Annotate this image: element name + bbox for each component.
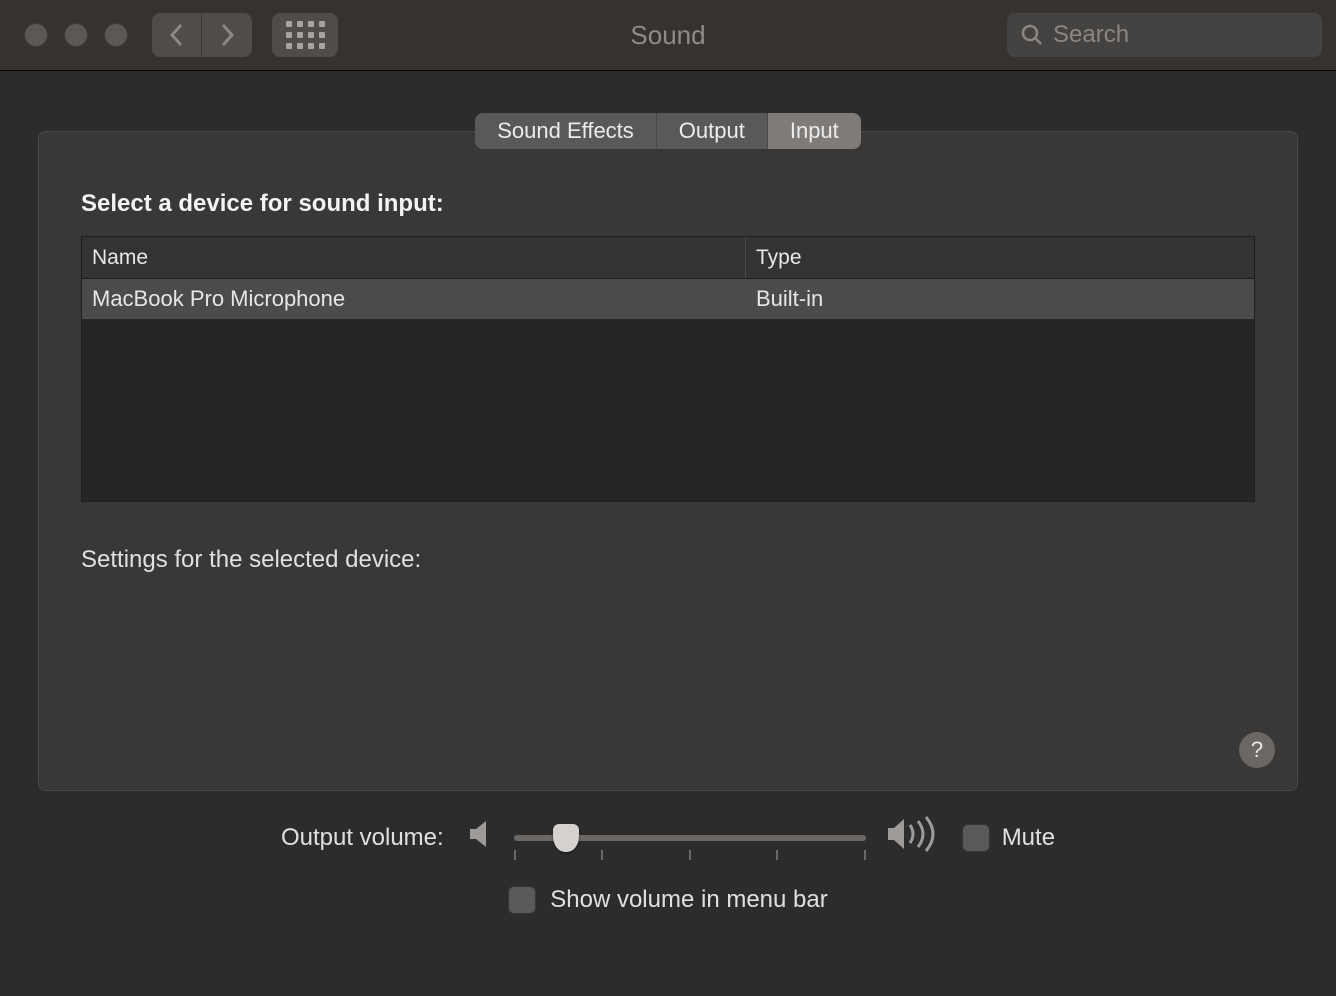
speaker-loud-icon: [886, 815, 942, 860]
show-all-button[interactable]: [272, 13, 338, 57]
device-table: Name Type MacBook Pro Microphone Built-i…: [81, 236, 1255, 502]
tab-label: Output: [679, 118, 745, 144]
forward-button[interactable]: [202, 13, 252, 57]
speaker-quiet-icon: [468, 819, 494, 856]
table-header: Name Type: [82, 237, 1254, 279]
titlebar: Sound Search: [0, 0, 1336, 71]
show-volume-checkbox[interactable]: [508, 886, 536, 914]
mute-checkbox[interactable]: [962, 824, 990, 852]
close-window-button[interactable]: [24, 23, 48, 47]
mute-group: Mute: [962, 824, 1055, 852]
device-type: Built-in: [746, 286, 1254, 312]
column-header-name[interactable]: Name: [82, 237, 746, 278]
output-volume-slider[interactable]: [514, 818, 866, 858]
search-icon: [1021, 24, 1043, 46]
minimize-window-button[interactable]: [64, 23, 88, 47]
column-header-type[interactable]: Type: [746, 237, 1254, 278]
nav-buttons: [152, 13, 252, 57]
section-heading: Select a device for sound input:: [81, 190, 1255, 218]
show-volume-row: Show volume in menu bar: [508, 886, 827, 914]
main-panel: Select a device for sound input: Name Ty…: [38, 131, 1298, 791]
help-button[interactable]: ?: [1239, 732, 1275, 768]
table-body: MacBook Pro Microphone Built-in: [82, 279, 1254, 501]
output-volume-row: Output volume: Mute: [281, 815, 1055, 860]
grid-icon: [286, 21, 325, 49]
device-name: MacBook Pro Microphone: [82, 286, 746, 312]
tab-sound-effects[interactable]: Sound Effects: [475, 113, 657, 149]
tabs: Sound Effects Output Input: [475, 113, 861, 149]
tab-label: Sound Effects: [497, 118, 634, 144]
tab-input[interactable]: Input: [768, 113, 861, 149]
window-controls: [24, 23, 128, 47]
zoom-window-button[interactable]: [104, 23, 128, 47]
back-button[interactable]: [152, 13, 202, 57]
tab-row: Sound Effects Output Input: [0, 113, 1336, 149]
help-icon: ?: [1251, 737, 1263, 763]
slider-thumb[interactable]: [553, 824, 579, 852]
show-volume-label: Show volume in menu bar: [550, 886, 827, 914]
footer-controls: Output volume: Mute Show volume in menu …: [0, 815, 1336, 914]
window-title: Sound: [630, 20, 705, 51]
table-row[interactable]: MacBook Pro Microphone Built-in: [82, 279, 1254, 319]
tab-output[interactable]: Output: [657, 113, 768, 149]
search-placeholder: Search: [1053, 21, 1129, 49]
settings-heading: Settings for the selected device:: [81, 546, 1255, 574]
tab-label: Input: [790, 118, 839, 144]
output-volume-label: Output volume:: [281, 824, 444, 852]
search-field[interactable]: Search: [1007, 13, 1322, 57]
mute-label: Mute: [1002, 824, 1055, 852]
